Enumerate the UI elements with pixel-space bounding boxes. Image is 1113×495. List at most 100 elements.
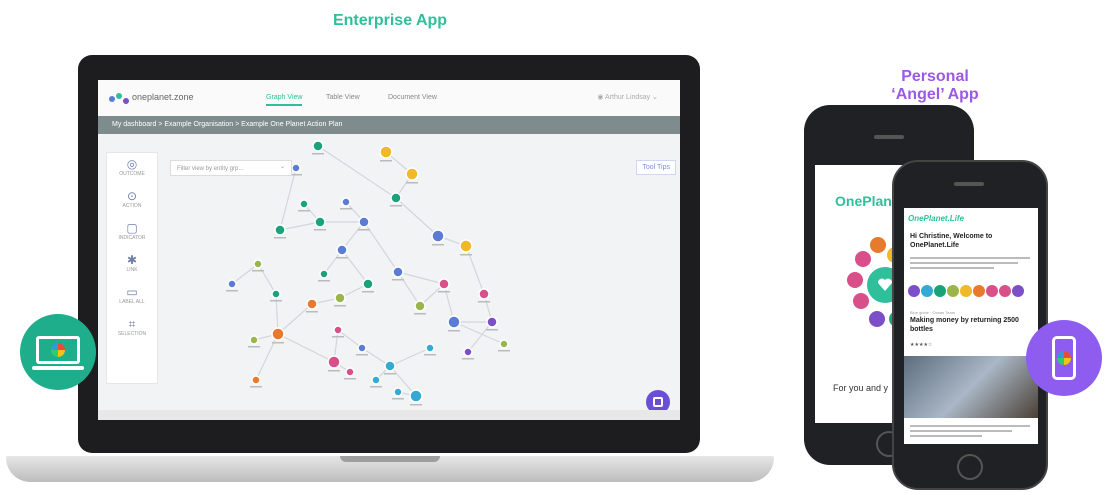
category-icons[interactable] <box>908 284 1025 302</box>
graph-node[interactable] <box>341 197 351 207</box>
graph-node[interactable] <box>409 389 423 403</box>
graph-node[interactable] <box>274 224 286 236</box>
graph-node-label <box>226 290 238 292</box>
graph-node-label <box>438 291 450 293</box>
graph-node[interactable] <box>312 140 324 152</box>
enterprise-app-heading: Enterprise App <box>332 12 448 29</box>
graph-node-label <box>486 329 498 331</box>
tool-selection[interactable]: ⌗ SELECTION <box>107 313 157 345</box>
chevron-down-icon: ⌄ <box>650 94 658 101</box>
graph-node[interactable] <box>314 216 326 228</box>
graph-node[interactable] <box>291 163 301 173</box>
graph-edge <box>255 333 279 381</box>
graph-node[interactable] <box>357 343 367 353</box>
brand-script: Life <box>949 214 965 223</box>
tool-label: OUTCOME <box>119 171 145 177</box>
graph-node[interactable] <box>371 375 381 385</box>
graph-node[interactable] <box>379 145 393 159</box>
graph-node-label <box>380 160 392 162</box>
graph-node-label <box>406 182 418 184</box>
link-icon: ✱ <box>126 253 138 267</box>
oneplanet-logo-icon <box>109 93 129 104</box>
graph-node[interactable] <box>271 289 281 299</box>
tool-indicator[interactable]: ▢ INDICATOR <box>107 217 157 249</box>
graph-node[interactable] <box>249 335 259 345</box>
tool-label: INDICATOR <box>118 235 146 241</box>
graph-node[interactable] <box>271 327 285 341</box>
graph-node-label <box>314 229 326 231</box>
graph-node[interactable] <box>362 278 374 290</box>
tab-table-view[interactable]: Table View <box>326 94 360 101</box>
laptop-icon-base <box>32 366 84 370</box>
graph-node[interactable] <box>227 279 237 289</box>
back-phone-tagline: For you and y <box>833 383 889 393</box>
graph-node[interactable] <box>438 278 450 290</box>
graph-node[interactable] <box>299 199 309 209</box>
action-icon: ⊙ <box>126 189 138 203</box>
graph-node[interactable] <box>251 375 261 385</box>
graph-node[interactable] <box>327 355 341 369</box>
graph-node-label <box>328 370 340 372</box>
graph-node-label <box>432 244 444 246</box>
graph-node[interactable] <box>425 343 435 353</box>
greeting-text: Hi Christine, Welcome to OnePlanet.Life <box>910 233 993 249</box>
tab-document-view[interactable]: Document View <box>388 94 437 101</box>
phone-speaker <box>954 182 984 186</box>
tool-label-all[interactable]: ▭ LABEL ALL <box>107 281 157 313</box>
graph-node-label <box>270 300 282 302</box>
graph-node[interactable] <box>384 360 396 372</box>
graph-node-label <box>460 254 472 256</box>
laptop-app-badge <box>20 314 96 390</box>
article-photo[interactable] <box>904 356 1038 418</box>
breadcrumb: My dashboard > Example Organisation > Ex… <box>98 116 680 134</box>
graph-node-label <box>306 311 318 313</box>
graph-edge <box>257 263 277 295</box>
graph-node[interactable] <box>319 269 329 279</box>
graph-node[interactable] <box>431 229 445 243</box>
graph-node[interactable] <box>306 298 318 310</box>
graph-node-label <box>370 386 382 388</box>
graph-node-label <box>336 257 348 259</box>
tool-link[interactable]: ✱ LINK <box>107 249 157 281</box>
user-menu[interactable]: ◉ Arthur Lindsay ⌄ <box>597 93 658 101</box>
graph-node-label <box>248 346 260 348</box>
tool-action[interactable]: ⊙ ACTION <box>107 185 157 217</box>
tab-graph-view[interactable]: Graph View <box>266 94 303 106</box>
home-button[interactable] <box>957 454 983 480</box>
graph-edge <box>277 303 313 335</box>
graph-node[interactable] <box>336 244 348 256</box>
graph-node-label <box>272 342 284 344</box>
graph-node[interactable] <box>447 315 461 329</box>
graph-node[interactable] <box>345 367 355 377</box>
graph-node-label <box>392 279 404 281</box>
app-footer-bar <box>98 410 680 420</box>
graph-node[interactable] <box>499 339 509 349</box>
graph-node[interactable] <box>478 288 490 300</box>
graph-node[interactable] <box>405 167 419 181</box>
graph-node[interactable] <box>393 387 403 397</box>
graph-node[interactable] <box>486 316 498 328</box>
graph-node-label <box>356 354 368 356</box>
graph-node-label <box>462 358 474 360</box>
article-title[interactable]: Making money by returning 2500 bottles <box>910 316 1034 334</box>
graph-node[interactable] <box>358 216 370 228</box>
graph-node[interactable] <box>459 239 473 253</box>
graph-node[interactable] <box>334 292 346 304</box>
graph-node[interactable] <box>333 325 343 335</box>
graph-node-label <box>340 208 352 210</box>
front-phone-brand: OnePlanet.Life <box>908 214 964 223</box>
graph-node-label <box>344 378 356 380</box>
graph-node[interactable] <box>463 347 473 357</box>
graph-node-label <box>312 153 324 155</box>
filter-select[interactable]: Filter view by entity grp... <box>170 159 292 176</box>
graph-node-label <box>448 330 460 332</box>
graph-node-label <box>384 373 396 375</box>
tool-outcome[interactable]: ◎ OUTCOME <box>107 153 157 185</box>
graph-node[interactable] <box>390 192 402 204</box>
graph-node-label <box>250 386 262 388</box>
graph-edge <box>277 333 335 363</box>
graph-node[interactable] <box>392 266 404 278</box>
tool-tips-button[interactable]: Tool Tips <box>636 160 676 175</box>
graph-node[interactable] <box>253 259 263 269</box>
graph-node[interactable] <box>414 300 426 312</box>
